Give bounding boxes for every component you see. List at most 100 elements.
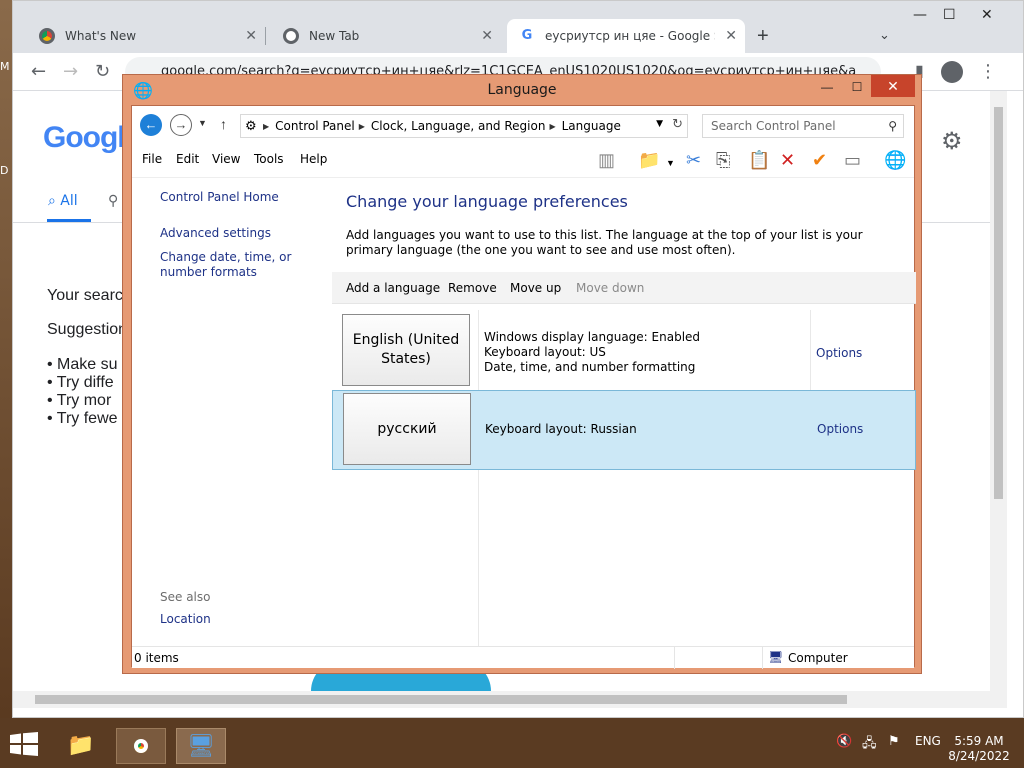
status-bar: 0 items 🖥 Computer: [132, 646, 914, 669]
language-window: 🌐 Language — ☐ ✕ ← → ▼ ↑ ⚙ ▶ Control Pan…: [122, 74, 922, 674]
keyboard-layout-status: Keyboard layout: US: [484, 345, 606, 359]
move-up-button[interactable]: Move up: [510, 281, 561, 295]
globe-icon[interactable]: 🌐: [884, 150, 906, 171]
control-panel-taskbar-icon[interactable]: 🖥: [176, 728, 226, 764]
language-row-english[interactable]: English (United States) Windows display …: [332, 310, 916, 390]
menu-bar: File Edit View Tools Help ▥ 📁 ▼ ✂ ⎘ 📋 ✕ …: [132, 146, 914, 178]
close-icon[interactable]: ✕: [725, 28, 737, 44]
menu-edit[interactable]: Edit: [176, 152, 199, 166]
vertical-scrollbar[interactable]: [990, 91, 1007, 691]
breadcrumb-clock-language[interactable]: Clock, Language, and Region: [371, 119, 546, 133]
chrome-icon: [128, 733, 154, 759]
breadcrumb-language[interactable]: Language: [562, 119, 621, 133]
scroll-thumb[interactable]: [994, 107, 1003, 499]
move-down-button[interactable]: Move down: [576, 281, 644, 295]
menu-tools[interactable]: Tools: [254, 152, 284, 166]
close-window-icon[interactable]: ✕: [981, 7, 993, 23]
desktop-icon-label[interactable]: M: [0, 60, 10, 73]
scroll-thumb[interactable]: [35, 695, 847, 704]
tab-google-search[interactable]: G еусриутср ин цяе - Google Sear ✕: [507, 19, 745, 53]
close-icon[interactable]: ✕: [481, 28, 493, 44]
sidebar-item-location[interactable]: Location: [160, 612, 211, 627]
chrome-taskbar-icon[interactable]: [116, 728, 166, 764]
search-input[interactable]: Search Control Panel ⚲: [702, 114, 904, 138]
breadcrumb-separator[interactable]: ▶: [549, 122, 555, 131]
menu-help[interactable]: Help: [300, 152, 327, 166]
options-link[interactable]: Options: [816, 346, 862, 360]
sidebar-item-change-date-time[interactable]: Change date, time, or number formats: [160, 250, 326, 280]
status-divider: [674, 647, 675, 669]
layout-pane-icon[interactable]: ▥: [598, 150, 615, 171]
computer-icon: 🖥: [768, 650, 784, 664]
breadcrumb[interactable]: ⚙ ▶ Control Panel ▶ Clock, Language, and…: [240, 114, 688, 138]
breadcrumb-separator[interactable]: ▶: [359, 122, 365, 131]
refresh-icon[interactable]: ↻: [672, 117, 683, 132]
sidebar-item-advanced-settings[interactable]: Advanced settings: [160, 226, 271, 241]
file-explorer-icon[interactable]: 📁: [56, 728, 106, 764]
profile-avatar-icon[interactable]: [941, 61, 963, 83]
maximize-icon[interactable]: ☐: [843, 77, 871, 99]
close-icon[interactable]: ✕: [245, 28, 257, 44]
search-icon[interactable]: ⚲: [888, 115, 897, 137]
menu-view[interactable]: View: [212, 152, 240, 166]
new-tab-button[interactable]: +: [757, 25, 769, 48]
minimize-icon[interactable]: —: [913, 7, 927, 23]
menu-file[interactable]: File: [142, 152, 162, 166]
gear-icon[interactable]: ⚙: [941, 127, 963, 156]
more-menu-icon[interactable]: ⋮: [979, 61, 997, 82]
language-name-tile[interactable]: русский: [343, 393, 471, 465]
windows-start-icon[interactable]: [10, 732, 38, 756]
folder-icon[interactable]: 📁: [638, 150, 660, 171]
language-details: Windows display language: Enabled Keyboa…: [484, 330, 700, 375]
google-logo[interactable]: Googl: [43, 121, 126, 155]
close-window-button[interactable]: ✕: [871, 75, 915, 97]
page-title: Change your language preferences: [346, 192, 628, 211]
reload-icon[interactable]: ↻: [95, 61, 110, 82]
paste-icon[interactable]: 📋: [748, 150, 770, 171]
search-tab-all-label: All: [60, 193, 78, 209]
breadcrumb-separator[interactable]: ▶: [263, 122, 269, 131]
maximize-icon[interactable]: ☐: [943, 7, 956, 23]
action-center-icon[interactable]: ⚑: [888, 734, 900, 749]
forward-arrow-icon[interactable]: →: [170, 114, 192, 136]
chevron-down-icon[interactable]: ⌄: [879, 27, 890, 43]
properties-icon[interactable]: ▭: [844, 150, 861, 171]
language-row-russian[interactable]: русский Keyboard layout: Russian Options: [332, 390, 916, 470]
forward-arrow-icon[interactable]: →: [63, 61, 78, 82]
horizontal-scrollbar[interactable]: [13, 691, 1007, 708]
suggestion-item: • Try mor: [47, 392, 112, 409]
breadcrumb-control-panel[interactable]: Control Panel: [275, 119, 355, 133]
back-arrow-icon[interactable]: ←: [140, 114, 162, 136]
tab-whats-new[interactable]: What's New ✕: [27, 19, 265, 53]
search-tab-all[interactable]: ⌕ All: [48, 193, 78, 209]
network-icon[interactable]: 🖧: [862, 734, 877, 756]
add-language-button[interactable]: Add a language: [346, 281, 440, 295]
window-title: Language: [487, 82, 557, 98]
history-dropdown-icon[interactable]: ▼: [198, 118, 207, 128]
map-pin-icon[interactable]: ⚲: [108, 193, 118, 209]
delete-icon[interactable]: ✕: [780, 150, 795, 171]
formatting-status: Date, time, and number formatting: [484, 360, 696, 374]
input-language-indicator[interactable]: ENG: [915, 734, 941, 748]
page-description: Add languages you want to use to this li…: [346, 228, 863, 257]
remove-button[interactable]: Remove: [448, 281, 497, 295]
back-arrow-icon[interactable]: ←: [31, 61, 46, 82]
speaker-muted-icon[interactable]: 🔇: [836, 734, 852, 749]
options-link[interactable]: Options: [817, 422, 863, 436]
up-arrow-icon[interactable]: ↑: [220, 116, 227, 132]
tab-new-tab[interactable]: New Tab ✕: [271, 19, 501, 53]
desktop-icon-label[interactable]: D: [0, 164, 8, 177]
search-placeholder: Search Control Panel: [711, 119, 836, 133]
clock[interactable]: 5:59 AM 8/24/2022: [944, 734, 1014, 764]
minimize-icon[interactable]: —: [813, 77, 841, 99]
checkmark-icon[interactable]: ✔: [812, 150, 827, 171]
your-search-text: Your searc: [47, 287, 123, 304]
language-name-tile[interactable]: English (United States): [342, 314, 470, 386]
cut-icon[interactable]: ✂: [686, 150, 701, 171]
chevron-down-icon[interactable]: ▼: [666, 158, 675, 168]
copy-icon[interactable]: ⎘: [716, 150, 730, 171]
sidebar-item-control-panel-home[interactable]: Control Panel Home: [160, 190, 279, 205]
tab-strip: What's New ✕ New Tab ✕ G еусриутср ин ця…: [13, 1, 1023, 53]
chevron-down-icon[interactable]: ▼: [656, 119, 663, 129]
display-language-status: Windows display language: Enabled: [484, 330, 701, 344]
